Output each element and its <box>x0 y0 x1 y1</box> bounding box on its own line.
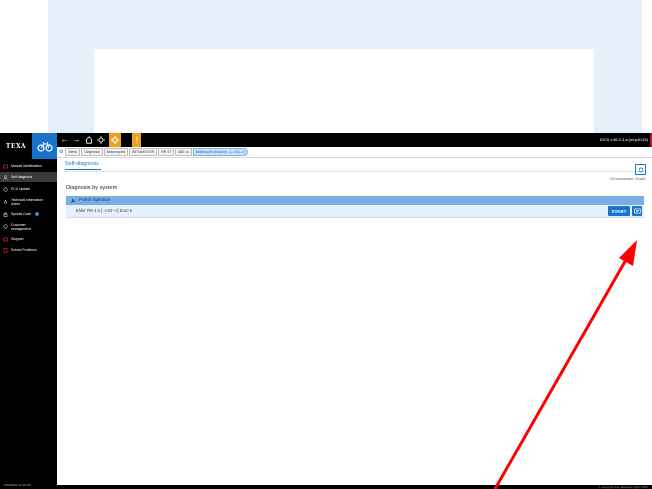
gear-button[interactable] <box>109 133 121 147</box>
special-code-icon <box>3 212 8 217</box>
sidebar: TEXA Manual identification Self-diagnosi… <box>0 133 57 489</box>
main-content: Self-diagnosis VCI connection: Small1 Di… <box>57 158 652 485</box>
motorcycle-icon <box>36 141 53 152</box>
version-label: IDC5 v.56.0.3.a (mup5145) <box>600 137 648 142</box>
app-window: TEXA Manual identification Self-diagnosi… <box>0 133 652 489</box>
sidebar-item-solved-problems[interactable]: Solved Problems <box>0 245 57 255</box>
sidebar-item-isupport[interactable]: iSupport <box>0 234 57 244</box>
vci-icon <box>638 166 643 173</box>
breadcrumb-menu[interactable]: Menu <box>65 148 81 156</box>
home-icon[interactable]: ⚙ <box>59 149 63 155</box>
breadcrumb-diagnosis[interactable]: Diagnosis <box>81 148 103 156</box>
alert-icon <box>135 136 138 144</box>
breadcrumb-motorcycles[interactable]: Motorcycles <box>103 148 129 156</box>
vci-label: VCI connection: <box>609 177 635 181</box>
clock: 6/30/2022 12:36 PM <box>4 483 32 487</box>
forward-arrow-icon[interactable]: → <box>72 135 81 144</box>
sidebar-item-technical-info[interactable]: Technical information d'auto <box>0 195 57 208</box>
sidebar-item-label: Technical information d'auto <box>11 197 43 206</box>
document-icon <box>633 208 641 214</box>
customer-icon <box>3 224 8 229</box>
group-label: Petrol injection <box>79 198 111 203</box>
special-code-badge: 3 <box>35 212 39 216</box>
wrench-icon <box>70 198 76 203</box>
tab-self-diagnosis[interactable]: Self-diagnosis <box>65 161 101 170</box>
vci-value: Small1 <box>635 177 646 181</box>
start-button[interactable]: START <box>608 206 630 216</box>
section-title: Diagnosis by system <box>66 185 118 191</box>
brand-text: TEXA <box>5 142 27 150</box>
brand-logo: TEXA <box>0 133 32 159</box>
vci-button[interactable] <box>635 164 646 175</box>
ecu-update-icon <box>3 187 8 192</box>
vehicle-type-button[interactable] <box>32 133 57 159</box>
top-toolbar: ← → IDC5 v.56.0.3.a (mup5145) <box>57 133 652 147</box>
background-inner <box>94 49 594 133</box>
breadcrumb: ⚙ Menu Diagnosis Motorcycles BETAMOTOR R… <box>57 147 652 158</box>
sidebar-item-self-diagnosis[interactable]: Self-diagnosis <box>0 172 57 182</box>
sidebar-item-special-code[interactable]: Special Code 3 <box>0 209 57 219</box>
breadcrumb-model[interactable]: RR 4T <box>158 148 175 156</box>
sidebar-item-ecu-update[interactable]: ECU Update <box>0 184 57 194</box>
self-diagnosis-icon <box>3 174 8 180</box>
footer: © copyright and database rights 2022 <box>57 485 652 489</box>
sidebar-item-label: Customer management <box>11 222 31 231</box>
sidebar-item-label: Solved Problems <box>11 248 37 252</box>
back-arrow-icon[interactable]: ← <box>60 135 69 144</box>
sidebar-item-customer-management[interactable]: Customer management <box>0 220 57 233</box>
breadcrumb-brand[interactable]: BETAMOTOR <box>129 148 158 156</box>
breadcrumb-displacement[interactable]: 480 cc <box>175 148 192 156</box>
gear-icon <box>111 136 119 144</box>
sidebar-item-label: Special Code <box>11 212 32 216</box>
settings-icon[interactable] <box>96 135 105 144</box>
divider <box>65 171 645 172</box>
sidebar-item-label: Manual identification <box>11 164 42 168</box>
solved-problems-icon <box>3 247 8 253</box>
table-row[interactable]: Elder RR 4.0 [-->23-->] Euro 5 START <box>66 205 644 218</box>
info-button[interactable] <box>632 206 642 216</box>
identification-icon <box>3 164 8 169</box>
row-label: Elder RR 4.0 [-->23-->] Euro 5 <box>76 208 133 213</box>
background-top <box>0 0 652 133</box>
breadcrumb-current[interactable]: Motorcycle (Enduro) - [-->23-->] <box>192 148 248 156</box>
sidebar-item-label: Self-diagnosis <box>11 175 33 179</box>
group-header[interactable]: Petrol injection <box>66 196 644 205</box>
alert-button[interactable] <box>132 133 141 147</box>
home-icon[interactable] <box>84 135 93 144</box>
isupport-icon <box>3 237 8 242</box>
technical-info-icon <box>3 199 8 204</box>
sidebar-item-label: ECU Update <box>11 187 31 191</box>
sidebar-item-label: iSupport <box>11 237 24 241</box>
vci-connection: VCI connection: Small1 <box>610 177 646 181</box>
sidebar-item-manual-identification[interactable]: Manual identification <box>0 161 57 171</box>
copyright: © copyright and database rights 2022 <box>598 485 648 489</box>
